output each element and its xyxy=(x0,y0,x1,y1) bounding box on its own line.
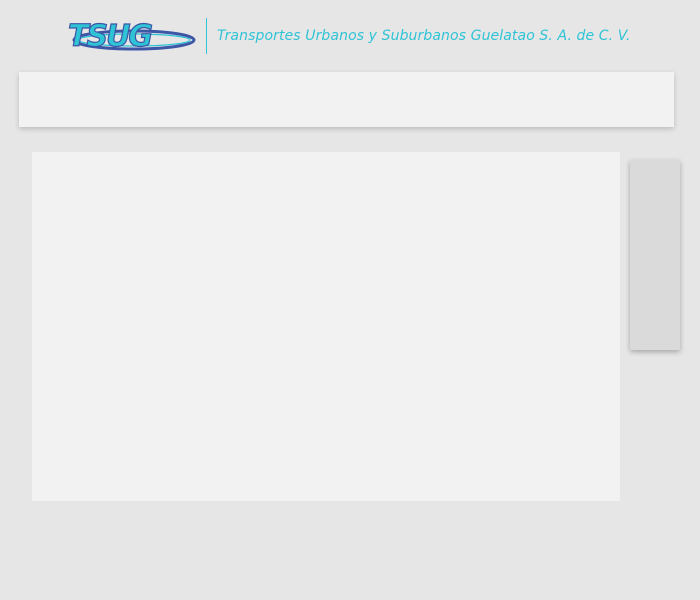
header-divider xyxy=(206,18,207,54)
main-content-panel xyxy=(32,152,620,501)
side-panel xyxy=(630,160,680,350)
company-name: Transportes Urbanos y Suburbanos Guelata… xyxy=(217,28,631,44)
company-logo[interactable]: TSUG xyxy=(62,16,196,56)
site-header: TSUG Transportes Urbanos y Suburbanos Gu… xyxy=(62,16,630,56)
page: TSUG Transportes Urbanos y Suburbanos Gu… xyxy=(0,0,700,600)
navigation-bar xyxy=(19,72,674,127)
svg-text:TSUG: TSUG xyxy=(68,19,152,54)
